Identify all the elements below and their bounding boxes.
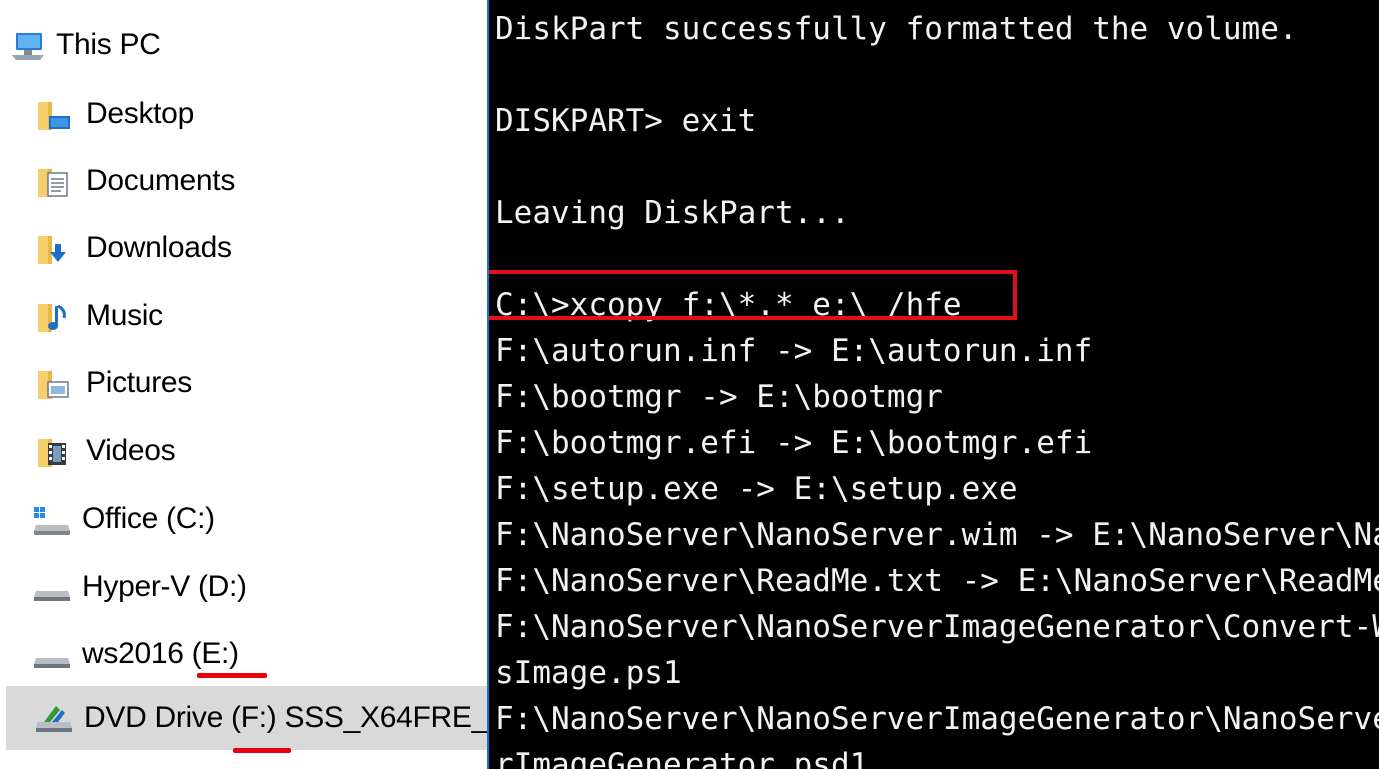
- nav-item-documents[interactable]: Documents: [36, 156, 476, 206]
- console-line: sImage.ps1: [495, 655, 682, 691]
- nav-item-label: Desktop: [86, 97, 194, 130]
- nav-item-ws2016-e[interactable]: ws2016 (E:): [32, 629, 476, 679]
- nav-item-label: Hyper-V (D:): [82, 570, 247, 603]
- downloads-folder-icon: [36, 230, 72, 266]
- explorer-navigation-pane: This PC Desktop Documents Downloads Musi…: [0, 0, 487, 769]
- nav-item-label: Music: [86, 299, 163, 332]
- console-line: DISKPART> exit: [495, 103, 757, 139]
- nav-item-label: ws2016 (E:): [82, 637, 239, 671]
- nav-item-downloads[interactable]: Downloads: [36, 223, 476, 273]
- nav-item-dvd-drive-f[interactable]: DVD Drive (F:) SSS_X64FRE_EN-US_DV9: [6, 686, 487, 750]
- console-output: DiskPart successfully formatted the volu…: [495, 6, 1379, 769]
- music-folder-icon: [36, 298, 72, 334]
- annotation-highlight-box: [489, 270, 1017, 320]
- windows-drive-icon: [32, 501, 72, 537]
- drive-name: ws2016: [82, 637, 192, 670]
- desktop-folder-icon: [36, 96, 72, 132]
- nav-item-pictures[interactable]: Pictures: [36, 358, 476, 408]
- screenshot-root: This PC Desktop Documents Downloads Musi…: [0, 0, 1379, 769]
- drive-letter: (E:): [191, 637, 239, 670]
- drive-prefix: DVD Drive: [84, 701, 232, 734]
- console-line: F:\setup.exe -> E:\setup.exe: [495, 471, 1018, 507]
- console-line: F:\NanoServer\NanoServer.wim -> E:\NanoS…: [495, 517, 1379, 553]
- nav-item-label: Videos: [86, 434, 176, 467]
- nav-item-label: DVD Drive (F:) SSS_X64FRE_EN-US_DV9: [84, 701, 487, 735]
- drive-icon: [32, 569, 72, 605]
- videos-folder-icon: [36, 433, 72, 469]
- nav-item-office-c[interactable]: Office (C:): [32, 494, 476, 544]
- drive-letter: (F:): [231, 701, 277, 734]
- command-prompt-console[interactable]: DiskPart successfully formatted the volu…: [487, 0, 1379, 769]
- console-line: F:\autorun.inf -> E:\autorun.inf: [495, 333, 1093, 369]
- nav-item-label: Office (C:): [82, 502, 215, 535]
- annotation-underline-f: [233, 748, 291, 753]
- documents-folder-icon: [36, 163, 72, 199]
- console-line: F:\NanoServer\NanoServerImageGenerator\C…: [495, 609, 1379, 645]
- nav-item-music[interactable]: Music: [36, 291, 476, 341]
- console-line: F:\bootmgr.efi -> E:\bootmgr.efi: [495, 425, 1093, 461]
- this-pc-icon: [10, 27, 46, 63]
- console-line: F:\NanoServer\ReadMe.txt -> E:\NanoServe…: [495, 563, 1379, 599]
- nav-item-label: Downloads: [86, 231, 232, 264]
- console-line: DiskPart successfully formatted the volu…: [495, 11, 1298, 47]
- nav-item-label: Pictures: [86, 366, 192, 399]
- console-line: F:\bootmgr -> E:\bootmgr: [495, 379, 943, 415]
- pictures-folder-icon: [36, 365, 72, 401]
- nav-item-this-pc[interactable]: This PC: [10, 20, 480, 70]
- nav-item-videos[interactable]: Videos: [36, 426, 476, 476]
- drive-volume-label: SSS_X64FRE_EN-US_DV9: [284, 701, 488, 734]
- nav-item-label: Documents: [86, 164, 236, 197]
- nav-item-desktop[interactable]: Desktop: [36, 89, 476, 139]
- dvd-drive-icon: [34, 700, 74, 736]
- console-line: rImageGenerator.psd1: [495, 747, 869, 769]
- console-line: Leaving DiskPart...: [495, 195, 850, 231]
- annotation-underline-e: [197, 673, 267, 678]
- nav-item-label: This PC: [56, 28, 161, 61]
- drive-icon: [32, 636, 72, 672]
- nav-item-hyper-v-d[interactable]: Hyper-V (D:): [32, 562, 476, 612]
- console-line: F:\NanoServer\NanoServerImageGenerator\N…: [495, 701, 1379, 737]
